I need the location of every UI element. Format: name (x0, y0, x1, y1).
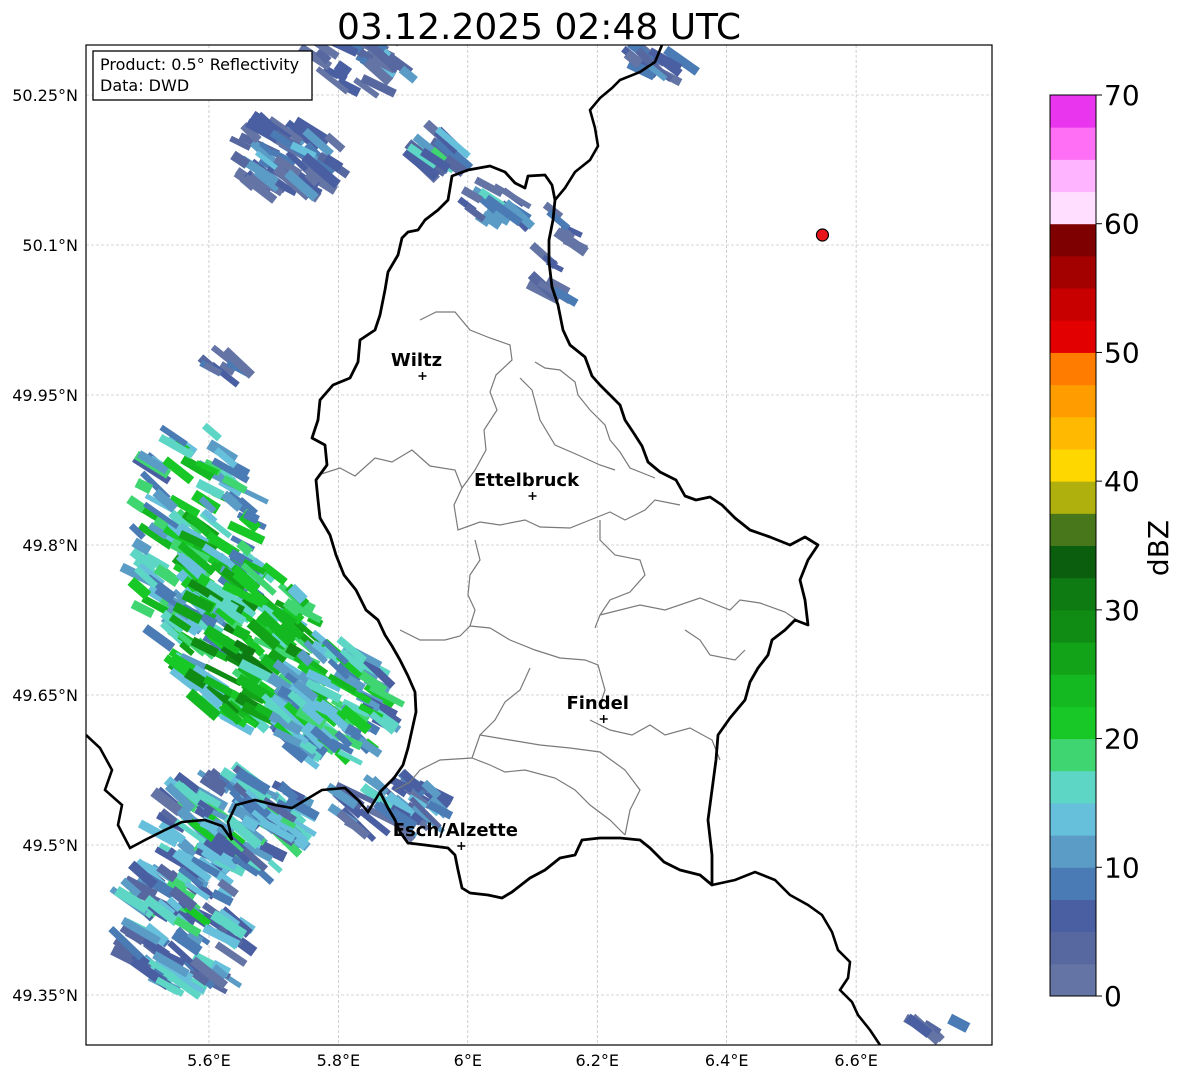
colorbar-swatch (1050, 416, 1096, 450)
colorbar-swatch (1050, 191, 1096, 225)
colorbar-swatch (1050, 706, 1096, 740)
lon-tick-label: 5.8°E (317, 1051, 361, 1070)
radar-site-marker[interactable] (815, 228, 830, 242)
colorbar-swatch (1050, 577, 1096, 611)
city-label: Esch/Alzette (393, 820, 518, 841)
map-plot-area[interactable]: Wiltz Ettelbruck Findel Esch/Alzette Produc… (85, 26, 993, 1046)
colorbar-swatch (1050, 963, 1096, 997)
radar-map-figure: 03.12.2025 02:48 UTC Wiltz Ettelbruck Find… (12, 7, 1175, 1070)
lat-tick-label: 50.25°N (12, 86, 78, 105)
colorbar-swatch (1050, 770, 1096, 804)
colorbar-swatch (1050, 288, 1096, 321)
colorbar-tick-label: 10 (1104, 851, 1140, 884)
city-label: Ettelbruck (474, 470, 580, 491)
colorbar-swatch (1050, 738, 1096, 772)
lat-tick-label: 49.8°N (22, 536, 78, 555)
colorbar-tick-label: 60 (1104, 208, 1140, 241)
info-box: Product: 0.5° Reflectivity Data: DWD (92, 50, 313, 101)
colorbar-swatch (1050, 352, 1096, 386)
colorbar-swatch (1050, 931, 1096, 965)
colorbar-tick-label: 50 (1104, 336, 1140, 369)
colorbar-tick-label: 0 (1104, 980, 1122, 1013)
lat-tick-label: 49.95°N (12, 386, 78, 405)
colorbar-swatch (1050, 609, 1096, 643)
colorbar-label: dBZ (1142, 520, 1175, 576)
colorbar-swatch (1050, 835, 1096, 868)
lat-tick-label: 49.5°N (22, 836, 78, 855)
lon-tick-label: 6°E (454, 1051, 482, 1070)
latitude-axis: 50.25°N 50.1°N 49.95°N 49.8°N 49.65°N 49.5°N 4… (12, 86, 78, 1005)
colorbar: 0 10 20 30 40 50 60 70 dBZ (1049, 79, 1175, 1013)
colorbar-swatch (1050, 320, 1096, 353)
data-source-text: Data: DWD (100, 76, 189, 95)
colorbar-tick-label: 70 (1104, 79, 1140, 112)
product-text: Product: 0.5° Reflectivity (100, 55, 299, 74)
lat-tick-label: 49.35°N (12, 986, 78, 1005)
colorbar-tick-label: 20 (1104, 723, 1140, 756)
colorbar-swatch (1050, 545, 1096, 579)
map-title: 03.12.2025 02:48 UTC (337, 7, 741, 48)
colorbar-tick-label: 30 (1104, 594, 1140, 627)
colorbar-swatch (1050, 802, 1096, 836)
colorbar-swatch (1050, 513, 1096, 546)
colorbar-swatch (1050, 223, 1096, 257)
colorbar-swatch (1050, 642, 1096, 675)
colorbar-swatch (1050, 899, 1096, 933)
colorbar-swatch (1050, 95, 1096, 128)
colorbar-ticks: 0 10 20 30 40 50 60 70 (1096, 79, 1140, 1013)
colorbar-swatch (1050, 255, 1096, 289)
colorbar-swatch (1050, 127, 1096, 160)
colorbar-swatches (1050, 95, 1096, 997)
city-label: Findel (566, 693, 629, 714)
longitude-axis: 5.6°E 5.8°E 6°E 6.2°E 6.4°E 6.6°E (187, 1051, 878, 1070)
lat-tick-label: 49.65°N (12, 686, 78, 705)
lon-tick-label: 6.6°E (834, 1051, 878, 1070)
lon-tick-label: 6.2°E (575, 1051, 619, 1070)
colorbar-swatch (1050, 384, 1096, 418)
colorbar-swatch (1050, 867, 1096, 900)
lat-tick-label: 50.1°N (22, 236, 78, 255)
colorbar-tick-label: 40 (1104, 465, 1140, 498)
colorbar-swatch (1050, 674, 1096, 707)
lon-tick-label: 5.6°E (187, 1051, 231, 1070)
city-label: Wiltz (391, 350, 442, 371)
colorbar-swatch (1050, 448, 1096, 482)
lon-tick-label: 6.4°E (705, 1051, 749, 1070)
colorbar-swatch (1050, 159, 1096, 193)
colorbar-swatch (1050, 481, 1096, 514)
